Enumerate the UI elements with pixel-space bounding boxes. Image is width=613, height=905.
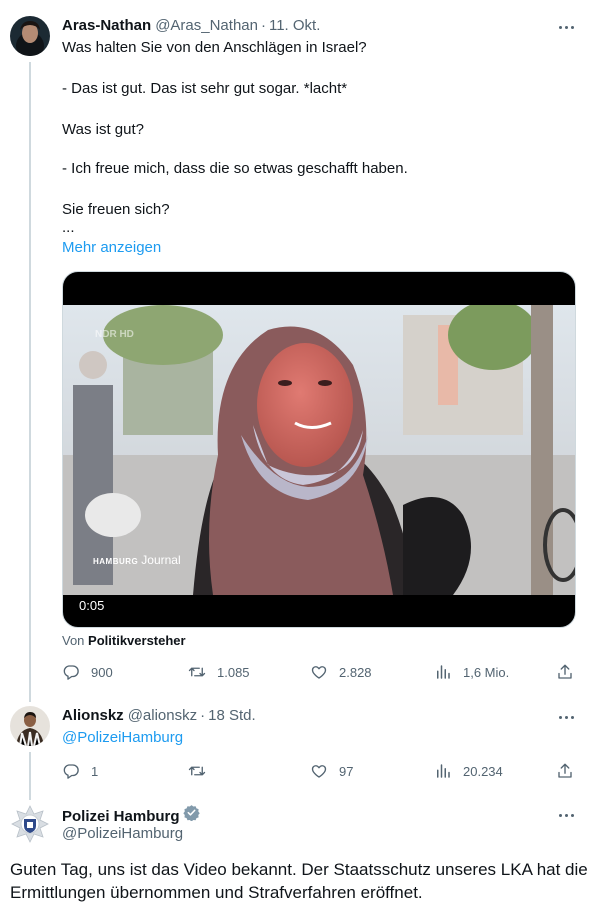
tweet-text-line: Was ist gut? [62, 121, 144, 138]
tweet-text-line: - Ich freue mich, dass die so etwas gesc… [62, 160, 408, 177]
tweet-time[interactable]: 11. Okt. [269, 16, 320, 36]
channel-watermark: NDR HD [95, 329, 134, 340]
like-count: 2.828 [339, 664, 372, 680]
tweet-text: Guten Tag, uns ist das Video bekannt. De… [10, 860, 588, 902]
like-count: 97 [339, 763, 354, 779]
thread-line [29, 62, 31, 702]
tweet-aras-nathan[interactable]: Aras-Nathan @Aras_Nathan · 11. Okt. Was … [0, 0, 613, 702]
attribution-prefix: Von [62, 633, 85, 648]
more-icon[interactable] [556, 805, 576, 825]
tweet-actions: 1 97 20.234 [62, 761, 578, 781]
avatar-aras-nathan[interactable] [10, 16, 50, 56]
author-handle[interactable]: @Aras_Nathan [155, 16, 258, 36]
retweet-icon [188, 766, 206, 776]
retweet-button[interactable] [188, 761, 217, 781]
video-frame[interactable]: NDR HD HAMBURG Journal [63, 305, 575, 595]
like-icon [311, 765, 327, 778]
show-watermark: HAMBURG Journal [93, 553, 181, 567]
retweet-button[interactable]: 1.085 [188, 662, 250, 682]
verified-badge-icon[interactable] [182, 804, 200, 821]
retweet-count: 1.085 [217, 664, 250, 680]
attribution-source[interactable]: Politikversteher [88, 633, 186, 648]
retweet-icon [188, 667, 206, 677]
share-icon [558, 664, 572, 679]
views-count: 1,6 Mio. [463, 664, 510, 680]
like-button[interactable]: 2.828 [310, 662, 372, 682]
tweet-text-line: - Das ist gut. Das ist sehr gut sogar. *… [62, 80, 348, 97]
views-count: 20.234 [463, 763, 503, 779]
tweet-text-line: ... [62, 219, 75, 236]
mention-link[interactable]: @PolizeiHamburg [62, 728, 183, 748]
more-icon[interactable] [556, 707, 576, 727]
tweet-alionskz[interactable]: Alionskz @alionskz · 18 Std. @PolizeiHam… [0, 690, 613, 800]
tweet-time[interactable]: 18 Std. [208, 706, 256, 726]
like-icon [311, 666, 327, 679]
author-name[interactable]: Aras-Nathan [62, 16, 151, 36]
views-button[interactable]: 20.234 [434, 761, 503, 781]
avatar-polizei-hamburg[interactable] [10, 804, 50, 844]
tweet-header: Alionskz @alionskz · 18 Std. [62, 706, 256, 726]
reply-icon [63, 764, 79, 779]
thread-line [29, 752, 31, 800]
tweet-header: Aras-Nathan @Aras_Nathan · 11. Okt. [62, 16, 320, 36]
avatar-alionskz[interactable] [10, 706, 50, 746]
separator-dot: · [260, 17, 266, 34]
show-title: Journal [141, 553, 181, 567]
reply-icon [63, 665, 79, 680]
reply-count: 900 [91, 664, 113, 680]
video-player[interactable]: NDR HD HAMBURG Journal 0:05 [62, 271, 576, 628]
like-button[interactable]: 97 [310, 761, 353, 781]
reply-button[interactable]: 1 [62, 761, 98, 781]
share-button[interactable] [556, 761, 574, 781]
author-name[interactable]: Alionskz [62, 706, 124, 726]
share-icon [558, 763, 572, 778]
video-attribution: Von Politikversteher [62, 633, 186, 648]
tweet-text-line: Was halten Sie von den Anschlägen in Isr… [62, 39, 367, 56]
tweet-actions: 900 1.085 2.828 1,6 Mio. [62, 662, 578, 682]
show-more-link[interactable]: Mehr anzeigen [62, 238, 161, 258]
separator-dot: · [200, 707, 206, 724]
author-handle[interactable]: @PolizeiHamburg [62, 824, 183, 844]
reply-button[interactable]: 900 [62, 662, 113, 682]
views-icon [437, 764, 450, 778]
more-icon[interactable] [556, 17, 576, 37]
reply-count: 1 [91, 763, 99, 779]
views-icon [437, 665, 450, 679]
show-brand: HAMBURG [93, 557, 139, 566]
views-button[interactable]: 1,6 Mio. [434, 662, 509, 682]
video-duration: 0:05 [79, 598, 105, 613]
author-handle[interactable]: @alionskz [128, 706, 197, 726]
tweet-text-line: Sie freuen sich? [62, 201, 170, 218]
share-button[interactable] [556, 662, 574, 682]
